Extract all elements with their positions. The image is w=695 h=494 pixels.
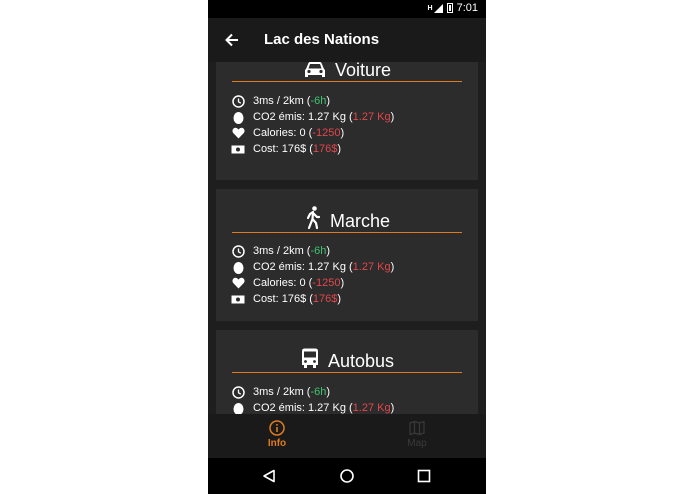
time-value: 3ms / 2km (: [253, 95, 311, 107]
drop-icon: [231, 260, 245, 274]
time-delta: -6h: [310, 95, 327, 107]
network-type-icon: H: [427, 4, 433, 12]
drop-icon: [231, 110, 245, 124]
co2-delta: 1.27 Kg: [352, 402, 391, 414]
map-icon: [387, 418, 447, 438]
time-row: 3ms / 2km (-6h): [231, 243, 330, 259]
time-delta: -6h: [310, 245, 327, 257]
co2-close: ): [390, 261, 395, 273]
drop-icon: [231, 401, 245, 414]
recents-square-icon[interactable]: [415, 467, 433, 485]
cost-row: Cost: 176$ (176$): [231, 291, 341, 307]
calories-row: Calories: 0 (-1250): [231, 125, 344, 141]
co2-row: CO2 émis: 1.27 Kg (1.27 Kg): [231, 259, 394, 275]
money-icon: [231, 292, 245, 306]
card-header: Marche: [232, 205, 462, 233]
calories-close: ): [340, 127, 345, 139]
status-indicators: H 7:01: [428, 2, 478, 14]
co2-delta: 1.27 Kg: [352, 111, 391, 123]
transport-card-marche[interactable]: Marche 3ms / 2km (-6h) CO2 émis: 1.27 Kg…: [216, 189, 478, 321]
time-close: ): [326, 95, 331, 107]
time-row: 3ms / 2km (-6h): [231, 384, 330, 400]
time-row: 3ms / 2km (-6h): [231, 93, 330, 109]
cost-value: Cost: 176$ (: [253, 293, 313, 305]
co2-row: CO2 émis: 1.27 Kg (1.27 Kg): [231, 400, 394, 414]
clock-icon: [231, 385, 245, 399]
co2-row: CO2 émis: 1.27 Kg (1.27 Kg): [231, 109, 394, 125]
time-value: 3ms / 2km (: [253, 245, 311, 257]
time-delta: -6h: [310, 386, 327, 398]
tab-info-label: Info: [267, 438, 287, 449]
card-title: Autobus: [327, 351, 395, 371]
co2-close: ): [390, 111, 395, 123]
cost-row: Cost: 176$ (176$): [231, 141, 341, 157]
app-bar: Lac des Nations: [208, 18, 486, 62]
back-triangle-icon[interactable]: [260, 467, 278, 485]
co2-value: CO2 émis: 1.27 Kg (: [253, 261, 353, 273]
cost-delta: 176$: [312, 293, 338, 305]
tab-info[interactable]: Info: [247, 418, 307, 449]
card-header: Voiture: [232, 62, 462, 82]
arrow-left-icon: [225, 33, 238, 47]
time-value: 3ms / 2km (: [253, 386, 311, 398]
cost-delta: 176$: [312, 143, 338, 155]
home-circle-icon[interactable]: [338, 467, 356, 485]
cost-close: ): [337, 293, 342, 305]
car-icon: [303, 62, 327, 79]
calories-value: Calories: 0 (: [253, 277, 313, 289]
bus-icon: [300, 348, 320, 370]
calories-close: ): [340, 277, 345, 289]
transport-card-voiture[interactable]: Voiture 3ms / 2km (-6h) CO2 émis: 1.27 K…: [216, 62, 478, 180]
signal-icon: [433, 3, 443, 13]
back-button[interactable]: [222, 30, 242, 50]
transport-list[interactable]: Voiture 3ms / 2km (-6h) CO2 émis: 1.27 K…: [208, 62, 486, 414]
walking-person-icon: [304, 206, 322, 230]
tab-map-label: Map: [407, 438, 427, 449]
card-header: Autobus: [232, 345, 462, 373]
phone-screen: H 7:01 Lac des Nations Voiture 3ms / 2km…: [208, 0, 486, 494]
co2-value: CO2 émis: 1.27 Kg (: [253, 402, 353, 414]
cost-value: Cost: 176$ (: [253, 143, 313, 155]
time-close: ): [326, 386, 331, 398]
co2-delta: 1.27 Kg: [352, 261, 391, 273]
calories-value: Calories: 0 (: [253, 127, 313, 139]
transport-card-autobus[interactable]: Autobus 3ms / 2km (-6h) CO2 émis: 1.27 K…: [216, 330, 478, 414]
time-close: ): [326, 245, 331, 257]
co2-close: ): [390, 402, 395, 414]
status-bar: H 7:01: [208, 0, 486, 18]
card-title: Marche: [329, 211, 391, 231]
heart-icon: [231, 126, 245, 140]
bottom-navigation: Info Map: [208, 414, 486, 458]
calories-row: Calories: 0 (-1250): [231, 275, 344, 291]
calories-delta: -1250: [312, 277, 341, 289]
calories-delta: -1250: [312, 127, 341, 139]
status-time: 7:01: [456, 2, 478, 14]
co2-value: CO2 émis: 1.27 Kg (: [253, 111, 353, 123]
cost-close: ): [337, 143, 342, 155]
heart-icon: [231, 276, 245, 290]
clock-icon: [231, 94, 245, 108]
clock-icon: [231, 244, 245, 258]
page-title: Lac des Nations: [264, 31, 380, 48]
battery-icon: [446, 3, 453, 13]
tab-map[interactable]: Map: [387, 418, 447, 449]
card-title: Voiture: [334, 62, 392, 80]
system-navigation-bar: [208, 458, 486, 494]
info-icon: [247, 418, 307, 438]
money-icon: [231, 142, 245, 156]
